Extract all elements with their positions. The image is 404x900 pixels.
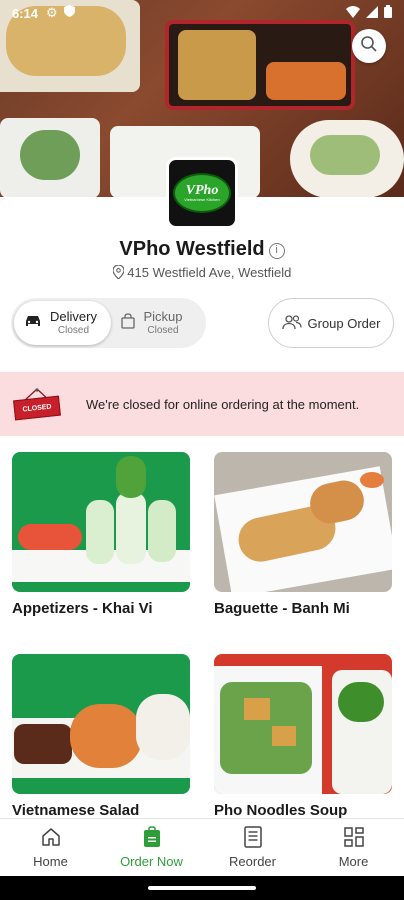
bento-rice-image <box>178 30 256 100</box>
closed-sign-text: CLOSED <box>13 395 61 421</box>
logo-subtext: Vietnamese Kitchen <box>184 196 220 202</box>
bento-side-image <box>266 62 346 100</box>
group-order-button[interactable]: Group Order <box>268 298 394 348</box>
address-text: 415 Westfield Ave, Westfield <box>127 265 292 280</box>
closed-banner: CLOSED We're closed for online ordering … <box>0 372 404 436</box>
nav-home-label: Home <box>33 854 68 869</box>
info-icon[interactable]: i <box>268 243 285 259</box>
location-pin-icon <box>112 264 128 280</box>
pickup-status: Closed <box>147 324 179 336</box>
order-mode-toggle: Delivery Closed Pickup Closed <box>11 298 206 348</box>
settings-icon: ⚙ <box>46 5 58 20</box>
home-indicator[interactable] <box>148 886 256 890</box>
order-bag-icon <box>143 826 161 851</box>
system-gesture-bar <box>0 876 404 900</box>
pickup-option[interactable]: Pickup Closed <box>111 301 203 345</box>
delivery-status: Closed <box>57 324 90 336</box>
category-card[interactable]: Vietnamese Salad <box>12 654 190 819</box>
closed-sign-icon: CLOSED <box>12 388 62 421</box>
home-icon <box>40 826 62 851</box>
receipt-icon <box>243 826 263 851</box>
delivery-option[interactable]: Delivery Closed <box>14 301 112 345</box>
category-card[interactable]: Baguette - Banh Mi <box>214 452 392 617</box>
nav-reorder-label: Reorder <box>229 854 276 869</box>
nav-home[interactable]: Home <box>0 819 101 876</box>
category-label: Baguette - Banh Mi <box>214 600 350 617</box>
nav-order-now[interactable]: Order Now <box>101 819 202 876</box>
restaurant-address: 415 Westfield Ave, Westfield <box>0 264 404 280</box>
group-users-icon <box>281 314 302 333</box>
pickup-label: Pickup <box>143 309 183 325</box>
nav-more[interactable]: More <box>303 819 404 876</box>
category-label: Pho Noodles Soup <box>214 802 348 819</box>
restaurant-logo: VPho Vietnamese Kitchen <box>166 157 238 229</box>
delivery-label: Delivery <box>50 309 97 325</box>
nav-reorder[interactable]: Reorder <box>202 819 303 876</box>
category-image <box>12 654 190 794</box>
battery-icon <box>384 5 392 21</box>
grid-icon <box>343 826 365 851</box>
status-bar: 6:14 ⚙ <box>0 0 404 26</box>
shopping-bag-icon <box>121 312 136 334</box>
herbs-image <box>310 135 380 175</box>
category-image <box>12 452 190 592</box>
category-card[interactable]: Pho Noodles Soup <box>214 654 392 819</box>
herbs-image <box>20 130 80 180</box>
category-image <box>214 654 392 794</box>
restaurant-title: VPho Westfield i <box>0 238 404 261</box>
group-order-label: Group Order <box>307 315 381 331</box>
logo-emblem: VPho Vietnamese Kitchen <box>173 173 231 213</box>
search-icon <box>360 35 378 58</box>
signal-icon <box>366 5 378 21</box>
shield-icon <box>63 5 75 21</box>
restaurant-name: VPho Westfield <box>119 238 265 260</box>
logo-text: VPho <box>185 182 219 198</box>
bottom-navigation: Home Order Now Reorder More <box>0 818 404 876</box>
wifi-icon <box>346 5 360 21</box>
status-time: 6:14 <box>12 5 39 21</box>
closed-message: We're closed for online ordering at the … <box>86 396 360 412</box>
category-card[interactable]: Appetizers - Khai Vi <box>12 452 190 617</box>
nav-more-label: More <box>338 854 369 869</box>
category-label: Vietnamese Salad <box>12 802 140 819</box>
nav-order-now-label: Order Now <box>120 854 183 869</box>
search-button[interactable] <box>352 29 386 63</box>
category-image <box>214 452 392 592</box>
category-label: Appetizers - Khai Vi <box>12 600 153 617</box>
car-icon <box>24 314 42 333</box>
